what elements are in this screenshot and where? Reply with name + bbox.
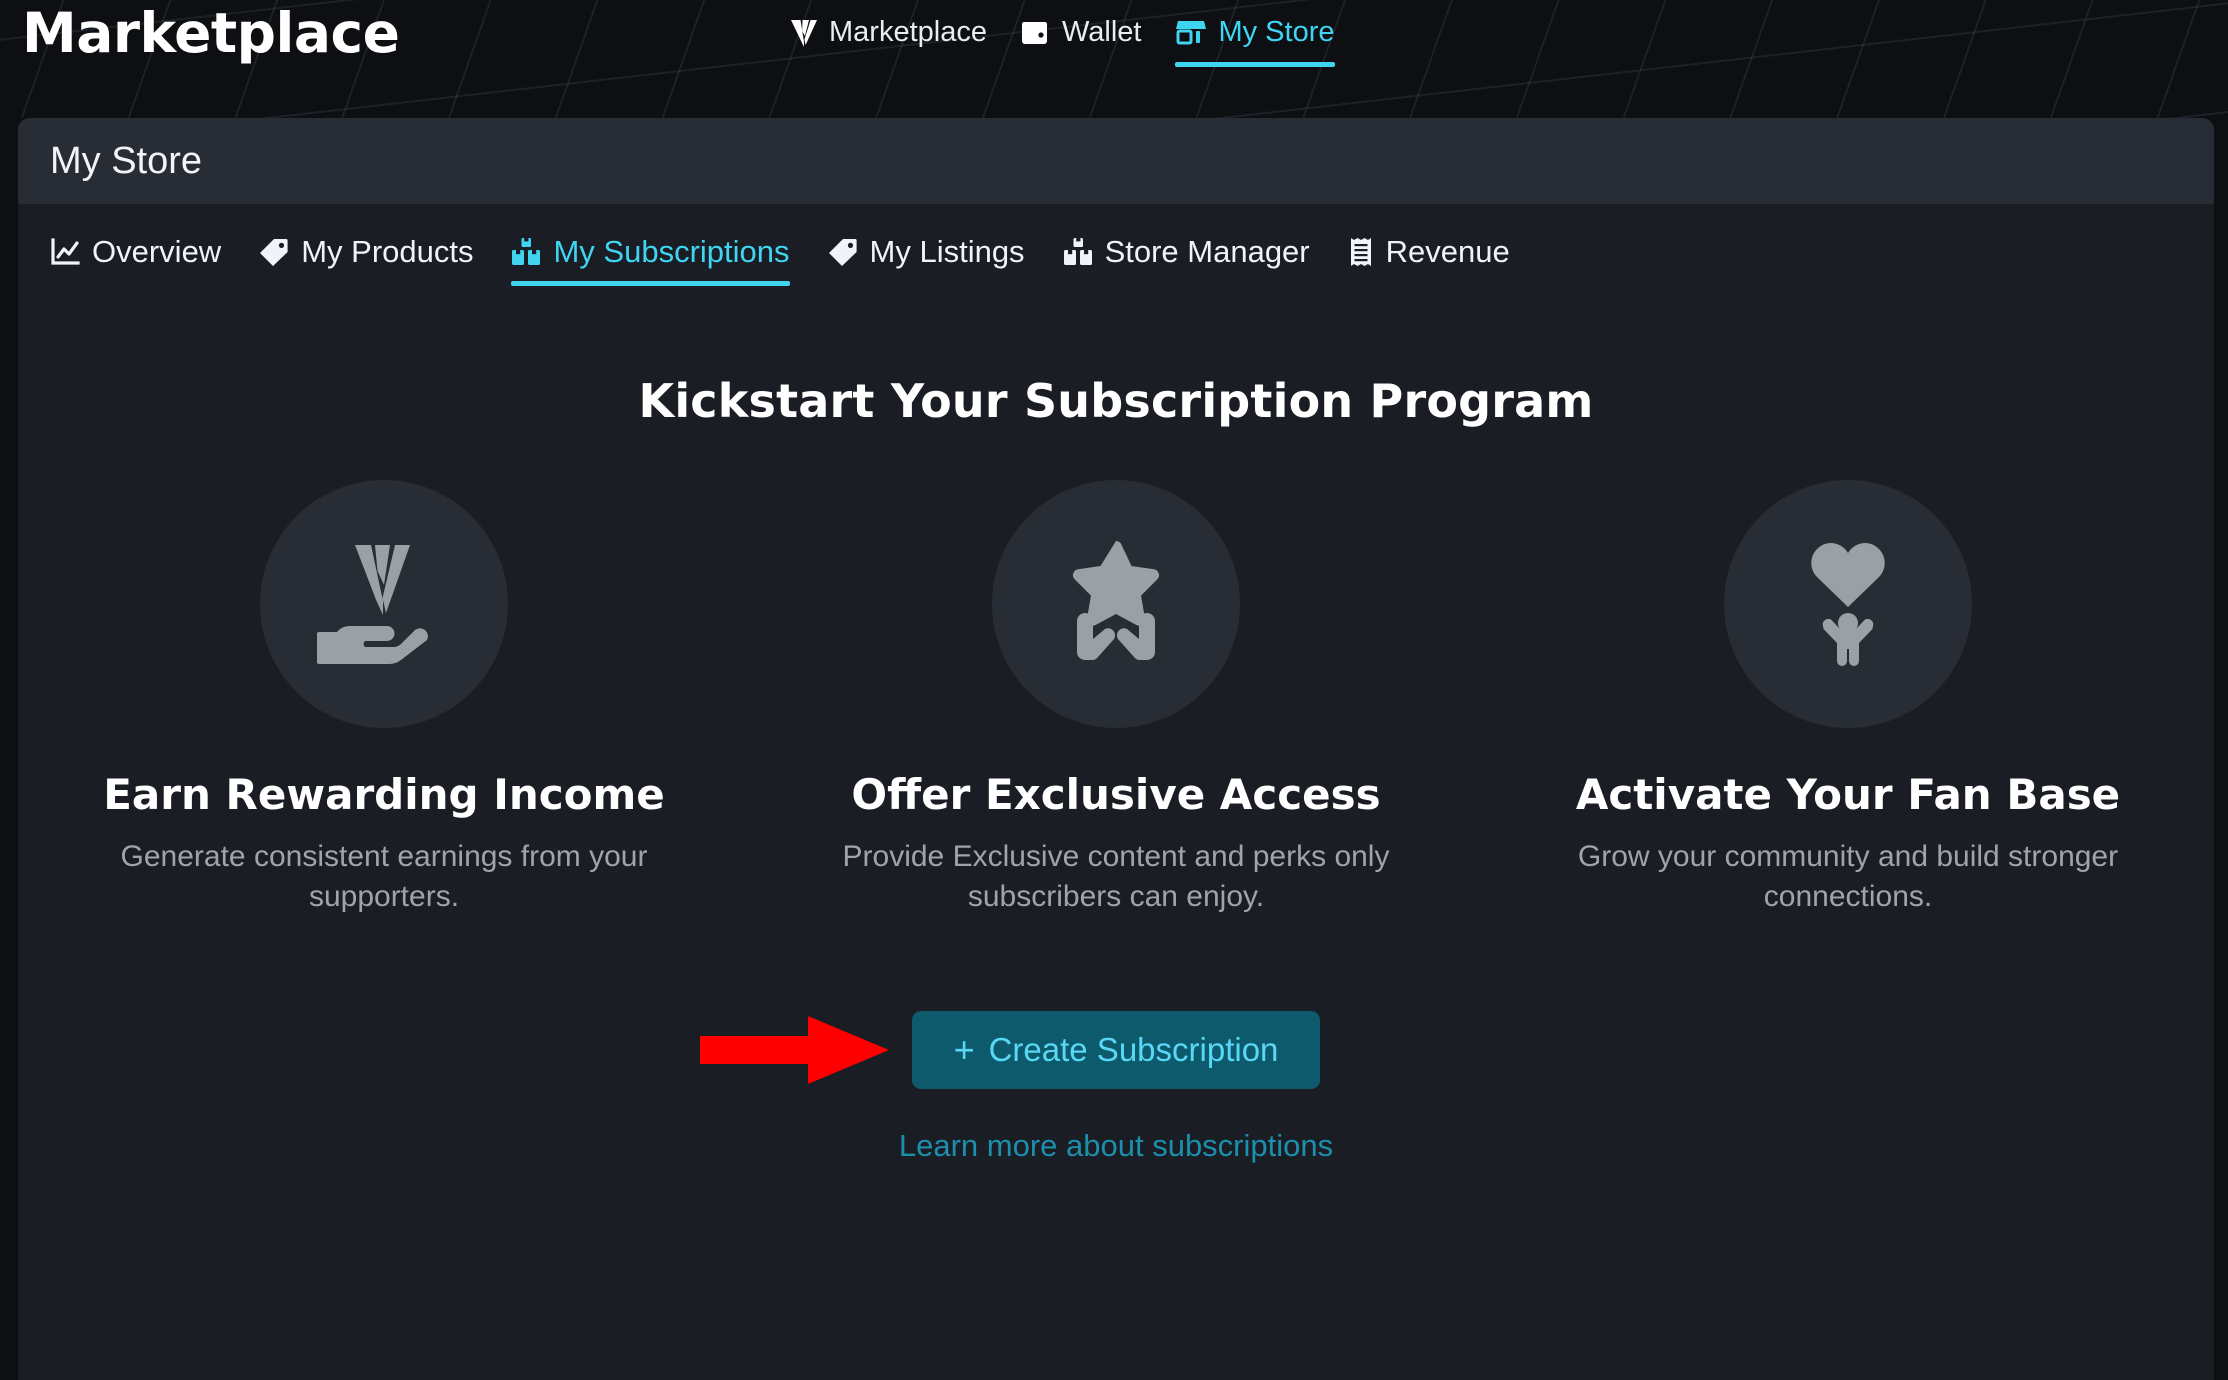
tag-icon	[828, 237, 858, 267]
feature-list: Earn Rewarding Income Generate consisten…	[18, 480, 2214, 916]
tag-icon	[259, 237, 289, 267]
wallet-icon	[1021, 19, 1051, 47]
nav-item-marketplace[interactable]: Marketplace	[790, 16, 987, 59]
tab-label: My Products	[301, 234, 474, 269]
heart-person-icon	[1773, 527, 1923, 681]
store-tabs: Overview My Products My Subscriptions My…	[18, 204, 2214, 286]
feature-title: Earn Rewarding Income	[103, 770, 665, 819]
plus-icon: +	[953, 1029, 975, 1071]
learn-more-link[interactable]: Learn more about subscriptions	[18, 1128, 2214, 1164]
panel-header: My Store	[18, 118, 2214, 204]
cta-row: + Create Subscription	[18, 1002, 2214, 1098]
feature-icon-wrapper	[1724, 480, 1972, 728]
app-brand-title: Marketplace	[22, 1, 400, 65]
tab-label: My Listings	[869, 234, 1025, 269]
chart-line-icon	[50, 237, 80, 267]
tab-revenue[interactable]: Revenue	[1348, 234, 1510, 286]
nav-item-label: Wallet	[1061, 16, 1142, 48]
nav-item-label: Marketplace	[829, 16, 987, 48]
store-panel: My Store Overview My Products My Subscri…	[18, 118, 2214, 1380]
storefront-icon	[1175, 18, 1207, 48]
tab-label: Store Manager	[1104, 234, 1310, 269]
nav-item-label: My Store	[1218, 16, 1335, 48]
tab-my-subscriptions[interactable]: My Subscriptions	[511, 234, 790, 286]
v-logo-icon	[790, 18, 818, 48]
create-subscription-button[interactable]: + Create Subscription	[911, 1011, 1321, 1090]
feature-card-fan-base: Activate Your Fan Base Grow your communi…	[1482, 480, 2214, 916]
hero-heading: Kickstart Your Subscription Program	[638, 374, 1594, 428]
nav-item-my-store[interactable]: My Store	[1175, 16, 1335, 67]
feature-description: Provide Exclusive content and perks only…	[842, 840, 1390, 913]
feature-card-earn-income: Earn Rewarding Income Generate consisten…	[18, 480, 750, 916]
feature-icon-wrapper	[260, 480, 508, 728]
hand-holding-v-icon	[309, 527, 459, 681]
feature-title: Offer Exclusive Access	[851, 770, 1381, 819]
boxes-icon	[511, 237, 541, 267]
hands-holding-star-icon	[1041, 527, 1191, 681]
receipt-icon	[1348, 237, 1374, 267]
tab-label: Overview	[92, 234, 222, 269]
app-header: Marketplace Marketplace Wallet My Store	[0, 0, 2228, 118]
tab-my-products[interactable]: My Products	[259, 234, 473, 286]
primary-nav: Marketplace Wallet My Store	[790, 16, 1335, 67]
boxes-icon	[1063, 237, 1093, 267]
red-right-arrow-annotation	[700, 1014, 890, 1090]
tab-label: My Subscriptions	[553, 234, 790, 269]
feature-card-exclusive-access: Offer Exclusive Access Provide Exclusive…	[750, 480, 1482, 916]
tab-store-manager[interactable]: Store Manager	[1063, 234, 1310, 286]
tab-overview[interactable]: Overview	[50, 234, 221, 286]
nav-item-wallet[interactable]: Wallet	[1021, 16, 1142, 59]
tab-my-listings[interactable]: My Listings	[828, 234, 1025, 286]
feature-icon-wrapper	[992, 480, 1240, 728]
feature-description: Generate consistent earnings from your s…	[120, 840, 648, 913]
create-subscription-label: Create Subscription	[988, 1031, 1279, 1069]
feature-title: Activate Your Fan Base	[1575, 770, 2121, 819]
feature-description: Grow your community and build stronger c…	[1577, 840, 2119, 913]
subscription-empty-state: Kickstart Your Subscription Program Earn…	[18, 286, 2214, 1164]
page-title: My Store	[50, 139, 203, 182]
tab-label: Revenue	[1385, 234, 1510, 269]
